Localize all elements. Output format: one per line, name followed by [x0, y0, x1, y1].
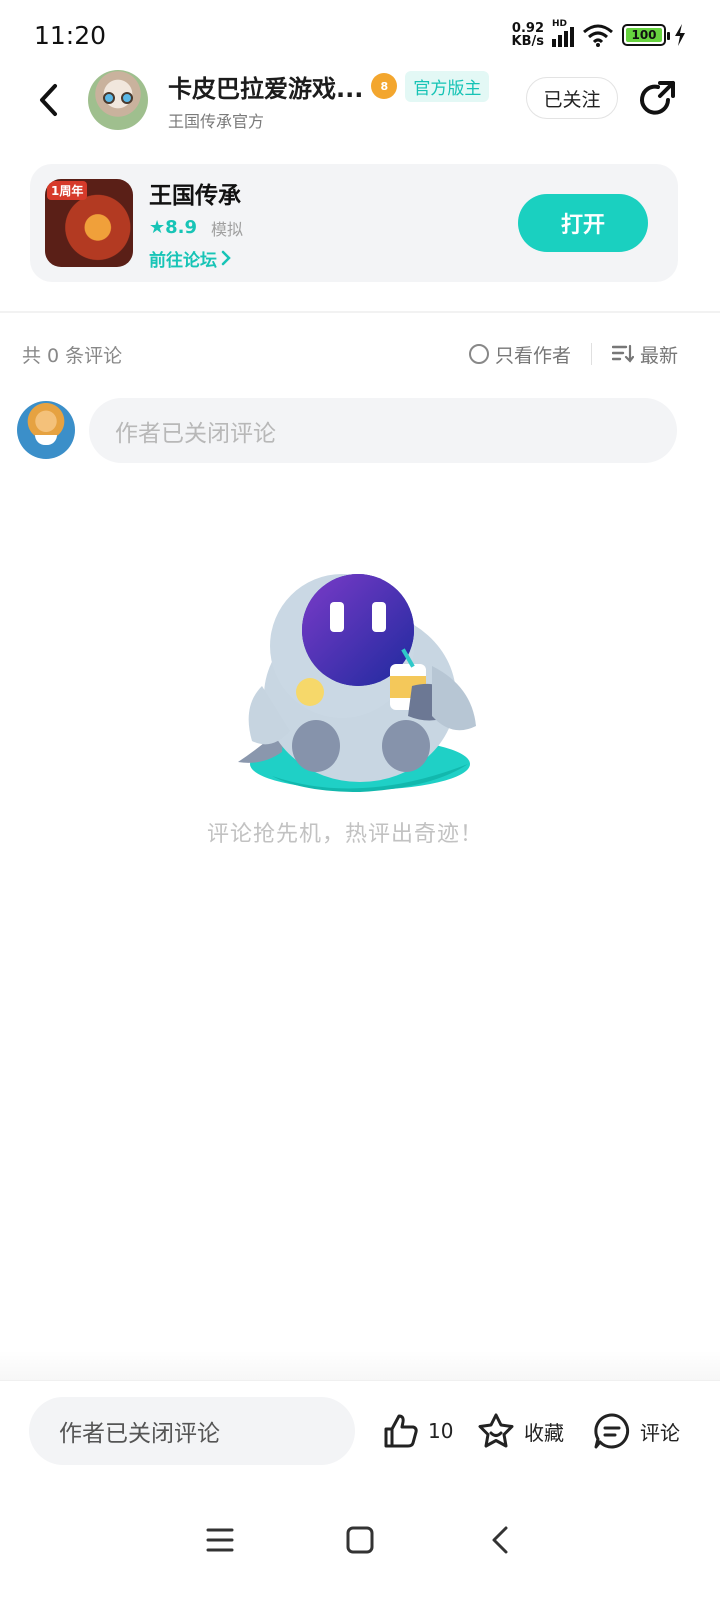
toolbar-separator	[590, 343, 592, 365]
signal-hd-label: HD	[552, 19, 568, 29]
network-speed: 0.92 KB/s	[512, 22, 544, 48]
current-user-avatar	[17, 401, 75, 459]
post-header: 卡皮巴拉爱游戏... 8 官方版主 王国传承官方 已关注	[0, 64, 720, 136]
bottom-bar-shadow	[0, 1350, 720, 1380]
empty-state-text: 评论抢先机，热评出奇迹！	[206, 822, 483, 847]
chevron-left-nav-icon	[492, 1526, 508, 1554]
favorite-button[interactable]: 收藏	[476, 1409, 564, 1453]
only-author-toggle[interactable]: 只看作者	[468, 341, 571, 368]
robot-empty-illustration	[238, 574, 476, 792]
wifi-icon	[583, 24, 613, 47]
only-author-label: 只看作者	[494, 344, 571, 367]
back-nav-button[interactable]	[478, 1518, 522, 1562]
signal-icon: HD	[552, 19, 574, 47]
game-rating: ★8.9	[149, 217, 198, 238]
comments-toolbar: 共 0 条评论 只看作者 最新	[22, 336, 678, 372]
share-button[interactable]	[638, 80, 678, 120]
game-card[interactable]: 1周年 王国传承 ★8.9 模拟 前往论坛 打开	[30, 164, 678, 282]
comment-bubble-icon	[594, 1413, 630, 1449]
game-info: 王国传承 ★8.9 模拟 前往论坛	[149, 176, 243, 271]
app-screen: 11:20 0.92 KB/s HD 100 卡皮巴拉爱游戏... 8 官方版主…	[0, 0, 720, 1600]
game-name: 王国传承	[149, 182, 241, 209]
status-time: 11:20	[34, 20, 107, 50]
square-home-icon	[346, 1526, 374, 1554]
comment-input[interactable]: 作者已关闭评论	[89, 398, 677, 463]
section-divider	[0, 311, 720, 313]
level-badge: 8	[371, 73, 398, 99]
battery-level: 100	[631, 28, 657, 42]
menu-icon	[206, 1528, 234, 1552]
official-moderator-badge: 官方版主	[405, 70, 490, 102]
forum-link[interactable]: 前往论坛	[149, 246, 243, 271]
status-icons: 0.92 KB/s HD 100	[512, 19, 686, 48]
comment-button[interactable]: 评论	[592, 1409, 680, 1453]
share-icon	[640, 81, 675, 115]
radio-circle-icon	[468, 344, 489, 364]
anniversary-tag: 1周年	[47, 181, 88, 200]
sort-button[interactable]: 最新	[611, 341, 678, 368]
chevron-left-icon	[40, 84, 57, 116]
like-count: 10	[428, 1419, 454, 1443]
game-icon[interactable]: 1周年	[45, 179, 133, 267]
like-button[interactable]: 10	[380, 1409, 453, 1453]
network-speed-unit: KB/s	[511, 34, 544, 49]
star-icon	[478, 1413, 514, 1448]
favorite-label: 收藏	[524, 1420, 564, 1445]
author-info[interactable]: 卡皮巴拉爱游戏... 8 官方版主 王国传承官方	[168, 69, 498, 132]
follow-button[interactable]: 已关注	[526, 77, 618, 119]
system-navigation-bar	[0, 1480, 720, 1600]
author-name: 卡皮巴拉爱游戏...	[168, 74, 364, 103]
home-nav-button[interactable]	[338, 1518, 382, 1562]
forum-link-label: 前往论坛	[149, 250, 217, 271]
comment-label: 评论	[640, 1420, 680, 1445]
bottom-comment-input[interactable]: 作者已关闭评论	[29, 1397, 355, 1465]
battery-icon: 100	[622, 24, 670, 46]
chevron-right-icon	[221, 250, 231, 266]
sort-label: 最新	[639, 344, 678, 367]
sort-icon	[611, 344, 634, 363]
game-genre: 模拟	[211, 219, 244, 239]
charging-icon	[675, 24, 685, 46]
author-avatar[interactable]	[88, 70, 148, 130]
menu-nav-button[interactable]	[198, 1518, 242, 1562]
status-bar: 11:20 0.92 KB/s HD 100	[0, 0, 720, 70]
back-button[interactable]	[32, 80, 64, 120]
comment-count: 共 0 条评论	[22, 344, 123, 367]
author-subtitle: 王国传承官方	[168, 111, 265, 131]
open-game-button[interactable]: 打开	[518, 194, 648, 252]
bottom-action-bar: 作者已关闭评论 10 收藏 评论	[0, 1380, 720, 1480]
thumbs-up-icon	[384, 1414, 418, 1448]
